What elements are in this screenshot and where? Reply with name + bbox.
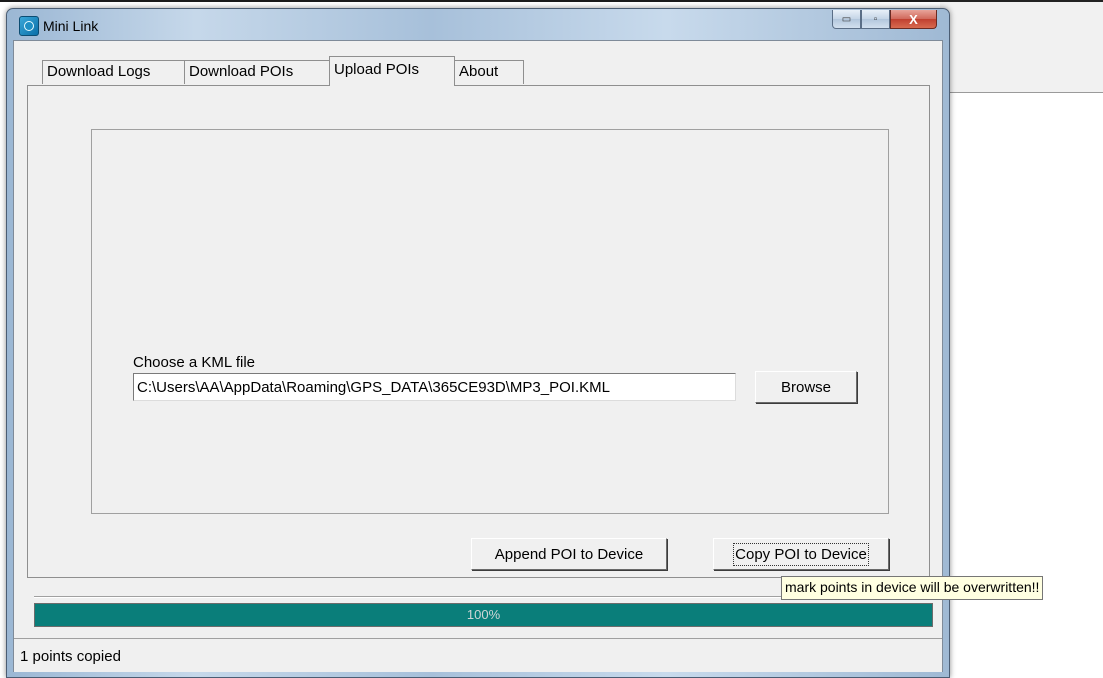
background-window [940,0,1103,93]
file-groupbox [91,129,889,514]
maximize-button[interactable]: ▫ [861,10,890,29]
close-button[interactable]: X [890,10,937,29]
screen-top-edge [0,0,1103,2]
minimize-icon: ▭ [841,13,852,25]
window-title: Mini Link [43,18,99,34]
copy-poi-button-label: Copy POI to Device [733,542,869,566]
status-bar: 1 points copied [14,638,942,672]
progress-bar: 100% [34,603,933,627]
tab-about[interactable]: About [454,60,524,84]
kml-file-path-input[interactable] [133,373,736,401]
browse-button[interactable]: Browse [755,371,857,403]
upload-pois-page: Choose a KML file Browse Append POI to D… [27,85,930,578]
close-icon: X [909,11,918,27]
append-poi-button[interactable]: Append POI to Device [471,538,667,570]
tab-download-pois[interactable]: Download POIs [184,60,330,84]
tab-download-logs[interactable]: Download Logs [42,60,185,84]
copy-poi-button[interactable]: Copy POI to Device [713,538,889,570]
caption-buttons: ▭ ▫ X [832,10,937,29]
tab-upload-pois[interactable]: Upload POIs [329,56,455,86]
status-text: 1 points copied [20,648,121,665]
title-bar[interactable]: Mini Link ▭ ▫ X [7,9,949,41]
overwrite-warning-tooltip: mark points in device will be overwritte… [781,576,1044,600]
maximize-icon: ▫ [873,13,878,25]
progress-text: 100% [466,607,501,622]
minimize-button[interactable]: ▭ [832,10,861,29]
app-icon[interactable] [19,16,39,36]
kml-file-label: Choose a KML file [133,354,256,371]
